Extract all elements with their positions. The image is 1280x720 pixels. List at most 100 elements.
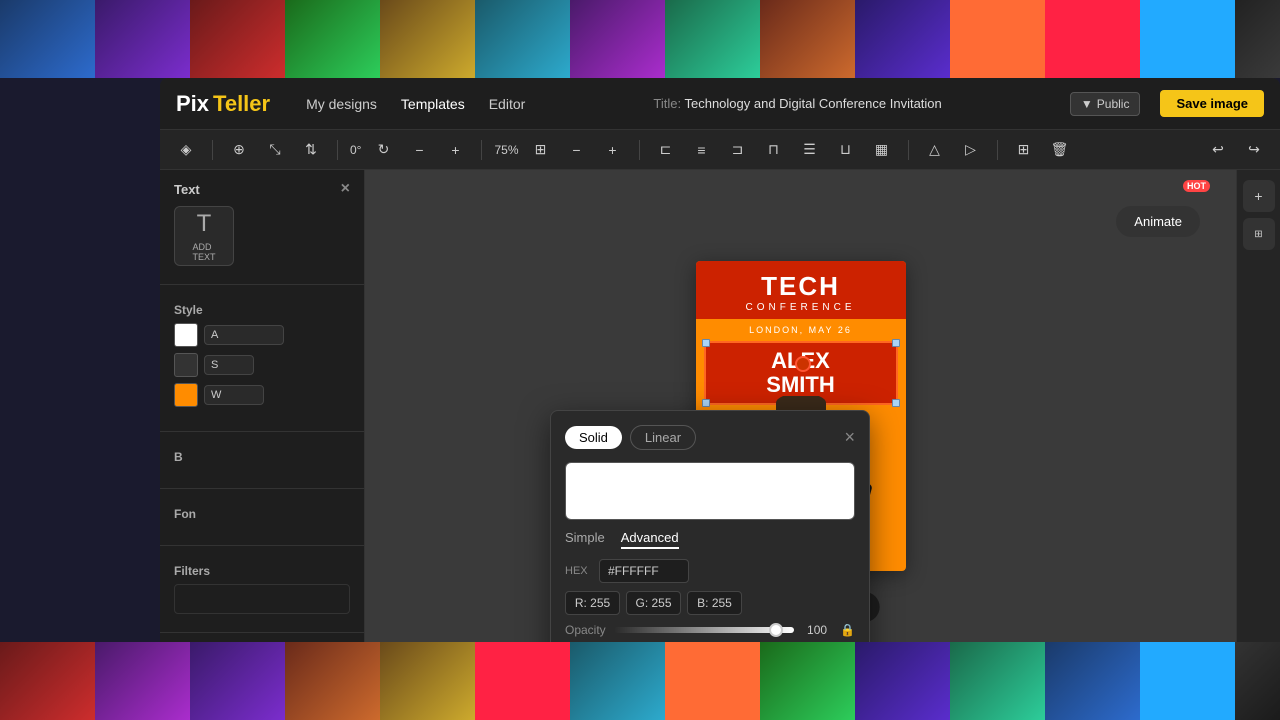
rotate-icon[interactable]: ↻ xyxy=(369,136,397,164)
align-center-icon[interactable]: ≡ xyxy=(688,136,716,164)
align-left-icon[interactable]: ⊏ xyxy=(652,136,680,164)
solid-tab[interactable]: Solid xyxy=(565,426,622,449)
visibility-icon: ▼ xyxy=(1081,97,1093,111)
nav-editor[interactable]: Editor xyxy=(489,96,526,112)
delete-icon[interactable]: 🗑 xyxy=(1046,136,1074,164)
location-text: LONDON, MAY 26 xyxy=(696,325,906,335)
style-stroke-swatch[interactable] xyxy=(174,353,198,377)
visibility-button[interactable]: ▼ Public xyxy=(1070,92,1141,116)
opacity-label: Opacity xyxy=(565,623,606,637)
text-section: Text × T ADD TEXT xyxy=(160,170,364,276)
divider xyxy=(160,284,364,285)
design-header: TECH CONFERENCE xyxy=(696,261,906,319)
bg-thumb xyxy=(285,0,380,78)
align-middle-icon[interactable]: ☰ xyxy=(796,136,824,164)
nav-my-designs[interactable]: My designs xyxy=(306,96,377,112)
title-value: Technology and Digital Conference Invita… xyxy=(684,96,941,111)
add-layer-icon[interactable]: + xyxy=(1243,180,1275,212)
opacity-knob[interactable] xyxy=(769,623,783,637)
style-input[interactable] xyxy=(204,325,284,345)
bg-thumb xyxy=(950,0,1045,78)
undo-icon[interactable]: ↩ xyxy=(1204,136,1232,164)
redo-icon[interactable]: ↪ xyxy=(1240,136,1268,164)
bg-thumb xyxy=(380,642,475,720)
background-section: B xyxy=(160,440,364,480)
align-top-icon[interactable]: ⊓ xyxy=(760,136,788,164)
plus-icon[interactable]: + xyxy=(441,136,469,164)
visibility-label: Public xyxy=(1097,97,1130,111)
close-icon[interactable]: × xyxy=(341,180,350,198)
green-input[interactable] xyxy=(626,591,681,615)
color-picker-modal: Solid Linear × Simple Advanced HEX xyxy=(550,410,870,642)
minus-icon[interactable]: − xyxy=(405,136,433,164)
red-input[interactable] xyxy=(565,591,620,615)
bg-thumb xyxy=(855,642,950,720)
align-bottom-icon[interactable]: ⊔ xyxy=(832,136,860,164)
style-color-swatch[interactable] xyxy=(174,323,198,347)
save-image-button[interactable]: Save image xyxy=(1160,90,1264,117)
move-icon[interactable]: ⊕ xyxy=(225,136,253,164)
drawing-section: Drawing xyxy=(160,641,364,642)
grid-icon[interactable]: ⊞ xyxy=(527,136,555,164)
blue-input[interactable] xyxy=(687,591,742,615)
background-label: B xyxy=(174,450,350,464)
style-bg-swatch[interactable] xyxy=(174,383,198,407)
toolbar: ◈ ⊕ ⤡ ⇅ 0° ↻ − + 75% ⊞ − + ⊏ ≡ ⊐ ⊓ ☰ ⊔ ▦… xyxy=(160,130,1280,170)
style-row2 xyxy=(174,353,350,377)
flip-icon[interactable]: ⇅ xyxy=(297,136,325,164)
filters-label: Filters xyxy=(174,564,350,578)
opacity-row: Opacity 100 🔒 xyxy=(565,623,855,637)
simple-tab[interactable]: Simple xyxy=(565,530,605,549)
background-strip-top xyxy=(0,0,1280,78)
linear-tab[interactable]: Linear xyxy=(630,425,696,450)
top-nav: Pix Teller My designs Templates Editor T… xyxy=(160,78,1280,130)
style-size-input[interactable] xyxy=(204,355,254,375)
triangle-flip-icon[interactable]: ▷ xyxy=(957,136,985,164)
handle-tl[interactable] xyxy=(702,339,710,347)
handle-bl[interactable] xyxy=(702,399,710,407)
zoom-minus-icon[interactable]: − xyxy=(563,136,591,164)
bg-thumb xyxy=(0,642,95,720)
advanced-tab[interactable]: Advanced xyxy=(621,530,679,549)
bar-chart-icon[interactable]: ▦ xyxy=(868,136,896,164)
text-label: Text xyxy=(174,182,200,197)
filters-section: Filters xyxy=(160,554,364,624)
add-text-button[interactable]: T ADD TEXT xyxy=(174,206,234,266)
handle-br[interactable] xyxy=(892,399,900,407)
conference-text: CONFERENCE xyxy=(704,302,898,313)
logo-pix: Pix xyxy=(176,91,209,117)
app-container: Pix Teller My designs Templates Editor T… xyxy=(160,78,1280,642)
style-label: Style xyxy=(174,303,350,317)
style-section: Style xyxy=(160,293,364,423)
bg-thumb xyxy=(475,0,570,78)
bg-thumb xyxy=(760,0,855,78)
handle-tr[interactable] xyxy=(892,339,900,347)
logo-teller: Teller xyxy=(213,91,270,117)
opacity-track[interactable] xyxy=(614,627,794,633)
toolbar-separator xyxy=(337,140,338,160)
resize-icon[interactable]: ⤡ xyxy=(261,136,289,164)
hot-badge: HOT xyxy=(1183,180,1210,192)
tech-text: TECH xyxy=(704,271,898,302)
style-opacity-input[interactable] xyxy=(204,385,264,405)
nav-templates[interactable]: Templates xyxy=(401,96,465,112)
hex-input[interactable] xyxy=(599,559,689,583)
toolbar-separator xyxy=(639,140,640,160)
logo: Pix Teller xyxy=(176,91,270,117)
divider xyxy=(160,431,364,432)
layers-icon[interactable]: ⊞ xyxy=(1243,218,1275,250)
bg-thumb xyxy=(1235,642,1280,720)
bg-thumb xyxy=(950,642,1045,720)
lock-icon[interactable]: 🔒 xyxy=(840,623,855,637)
selection-dot[interactable] xyxy=(795,356,811,372)
hex-row: HEX xyxy=(565,559,855,583)
triangle-icon[interactable]: △ xyxy=(921,136,949,164)
layers-icon[interactable]: ◈ xyxy=(172,136,200,164)
expand-icon[interactable]: ⊞ xyxy=(1010,136,1038,164)
animate-button[interactable]: Animate xyxy=(1116,206,1200,237)
align-right-icon[interactable]: ⊐ xyxy=(724,136,752,164)
bg-thumb xyxy=(190,0,285,78)
modal-close-icon[interactable]: × xyxy=(844,427,855,448)
bg-thumb xyxy=(380,0,475,78)
zoom-plus-icon[interactable]: + xyxy=(599,136,627,164)
